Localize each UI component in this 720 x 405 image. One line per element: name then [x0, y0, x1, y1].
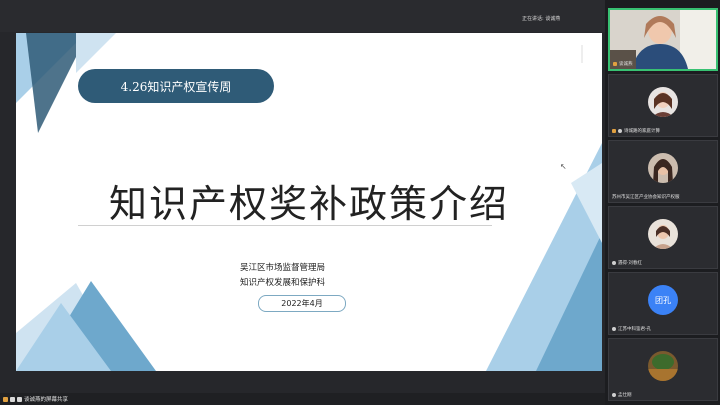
- avatar-photo: [648, 153, 678, 183]
- avatar-photo: [648, 219, 678, 249]
- mic-off-icon: [618, 129, 622, 133]
- share-label-text: 谈诚燕的屏幕共享: [24, 397, 69, 403]
- slide-tag: 4.26知识产权宣传周: [78, 69, 274, 103]
- participant-name: 江苏中科鉴君-孔: [618, 327, 652, 332]
- participant-name: 诗城路的家庭计算: [624, 129, 660, 134]
- screen-share-icon: [10, 396, 15, 402]
- user-icon: [612, 129, 616, 133]
- participant-label: 遇得·刘春红: [612, 260, 642, 266]
- mic-off-icon: [612, 261, 616, 265]
- participant-avatar: [648, 87, 678, 117]
- participant-label: 诗城路的家庭计算: [612, 128, 660, 134]
- participant-avatar: [648, 153, 678, 183]
- participant-name: 谈诚燕: [619, 62, 633, 67]
- mouse-cursor-icon: ↖: [560, 162, 567, 171]
- participant-tile[interactable]: 孟仕刚: [608, 338, 718, 401]
- participant-tile[interactable]: 诗城路的家庭计算: [608, 74, 718, 137]
- mic-icon: [17, 396, 22, 402]
- top-bar: 正在讲话: 谈诚燕: [0, 0, 605, 32]
- participant-avatar-text: 团孔: [648, 285, 678, 315]
- bottom-bar: [0, 393, 605, 405]
- participant-label: 谈诚燕: [613, 61, 633, 67]
- host-icon: [613, 62, 617, 66]
- screen-share-label[interactable]: 谈诚燕的屏幕共享: [3, 395, 68, 403]
- participant-tile[interactable]: 苏州市吴江区产业协会知识产权服: [608, 140, 718, 203]
- presentation-slide: 4.26知识产权宣传周 知识产权奖补政策介绍 吴江区市场监督管理局 知识产权发展…: [16, 33, 602, 371]
- avatar-photo: [648, 351, 678, 381]
- shared-screen-area: 正在讲话: 谈诚燕 4.26知识产权宣传周 知识产权奖补政策介绍 吴江区市场监督…: [0, 0, 605, 405]
- participant-label: 孟仕刚: [612, 392, 632, 398]
- participant-name: 遇得·刘春红: [618, 261, 642, 266]
- participant-tile[interactable]: 团孔 江苏中科鉴君-孔: [608, 272, 718, 335]
- user-icon: [3, 396, 8, 402]
- org-line-1: 吴江区市场监督管理局: [240, 263, 326, 273]
- participant-name: 孟仕刚: [618, 393, 632, 398]
- slide-org: 吴江区市场监督管理局 知识产权发展和保护科: [240, 261, 380, 291]
- avatar-photo: [648, 87, 678, 117]
- participant-panel: 谈诚燕 诗城路的家庭计算 苏州市吴江区产业协会知识产权服 遇得·刘春红 团孔 江…: [605, 0, 720, 405]
- org-line-2: 知识产权发展和保护科: [240, 278, 326, 288]
- participant-avatar: [648, 219, 678, 249]
- mic-off-icon: [612, 327, 616, 331]
- participant-label: 江苏中科鉴君-孔: [612, 326, 651, 332]
- speaking-indicator: 正在讲话: 谈诚燕: [522, 16, 561, 22]
- slide-date: 2022年4月: [258, 295, 346, 312]
- participant-avatar: [648, 351, 678, 381]
- participant-tile[interactable]: 谈诚燕: [608, 8, 718, 71]
- mic-off-icon: [612, 393, 616, 397]
- slide-title: 知识产权奖补政策介绍: [108, 182, 509, 226]
- participant-label: 苏州市吴江区产业协会知识产权服: [612, 194, 680, 200]
- participant-name: 苏州市吴江区产业协会知识产权服: [612, 195, 680, 200]
- participant-tile[interactable]: 遇得·刘春红: [608, 206, 718, 269]
- slide-divider: [78, 225, 492, 226]
